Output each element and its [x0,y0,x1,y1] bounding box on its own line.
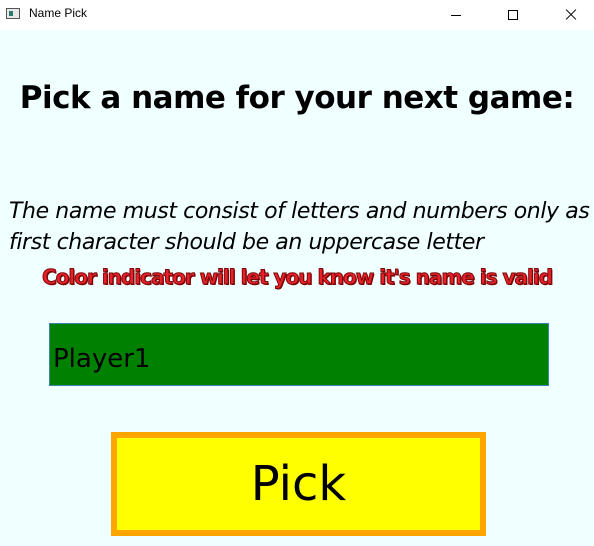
pick-button[interactable]: Pick [111,432,486,536]
title-bar: Name Pick [0,0,594,30]
name-input[interactable] [49,323,549,386]
minimize-button[interactable] [433,0,479,30]
maximize-button[interactable] [490,0,536,30]
instructions-line-2: first character should be an uppercase l… [9,230,484,255]
instructions-text: The name must consist of letters and num… [9,196,594,258]
close-icon [565,9,577,21]
close-button[interactable] [548,0,594,30]
color-indicator-note: Color indicator will let you know it's n… [41,265,553,290]
instructions-line-1: The name must consist of letters and num… [9,199,590,224]
minimize-icon [451,14,461,16]
app-window-icon [6,8,20,19]
page-heading: Pick a name for your next game: [19,80,575,116]
window-title: Name Pick [29,6,88,20]
maximize-icon [508,10,518,20]
